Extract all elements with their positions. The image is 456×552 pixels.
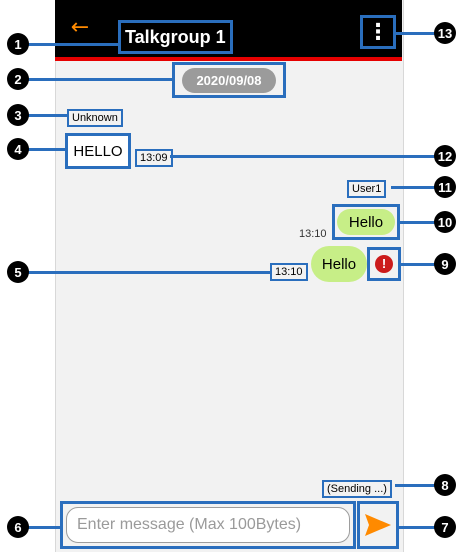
incoming-message-time: 13:09 — [135, 149, 173, 167]
failed-message-bubble[interactable]: Hello — [311, 246, 367, 282]
date-label: 2020/09/08 — [182, 67, 276, 93]
callout-3: 3 — [7, 104, 29, 126]
sender-name-incoming: Unknown — [67, 109, 123, 127]
message-input[interactable]: Enter message (Max 100Bytes) — [66, 507, 350, 543]
sending-status: (Sending ...) — [322, 480, 392, 498]
callout-6: 6 — [7, 516, 29, 538]
callout-5: 5 — [7, 261, 29, 283]
sender-name-outgoing: User1 — [347, 180, 387, 198]
callout-line-5 — [18, 271, 270, 274]
send-button[interactable] — [357, 501, 399, 549]
arrow-left-icon[interactable]: ← — [70, 16, 90, 40]
callout-9: 9 — [434, 253, 456, 275]
page-title: Talkgroup 1 — [118, 20, 233, 54]
incoming-message-text: HELLO — [73, 142, 123, 160]
error-icon[interactable]: ! — [367, 247, 401, 281]
more-vertical-icon[interactable]: ⋮ — [360, 15, 396, 49]
header-divider — [55, 57, 402, 61]
callout-line-1 — [18, 43, 118, 46]
callout-4: 4 — [7, 138, 29, 160]
callout-12: 12 — [434, 145, 456, 167]
message-input-placeholder: Enter message (Max 100Bytes) — [77, 516, 302, 533]
outgoing-message-bubble[interactable]: Hello — [337, 209, 395, 235]
failed-message-time: 13:10 — [270, 263, 308, 281]
callout-13: 13 — [434, 22, 456, 44]
failed-message-text: Hello — [321, 255, 357, 273]
callout-line-12 — [170, 155, 441, 158]
callout-2: 2 — [7, 68, 29, 90]
callout-1: 1 — [7, 33, 29, 55]
message-input-frame: Enter message (Max 100Bytes) — [60, 501, 356, 549]
send-icon — [365, 514, 391, 536]
outgoing-message-frame: Hello — [332, 204, 400, 240]
callout-11: 11 — [434, 176, 456, 198]
outgoing-message-text: Hello — [348, 213, 384, 231]
outgoing-message-time: 13:10 — [299, 228, 327, 240]
incoming-message-bubble[interactable]: HELLO — [65, 133, 131, 169]
callout-7: 7 — [434, 516, 456, 538]
date-separator: 2020/09/08 — [172, 62, 286, 98]
callout-line-2 — [18, 78, 172, 81]
callout-8: 8 — [434, 474, 456, 496]
callout-10: 10 — [434, 211, 456, 233]
